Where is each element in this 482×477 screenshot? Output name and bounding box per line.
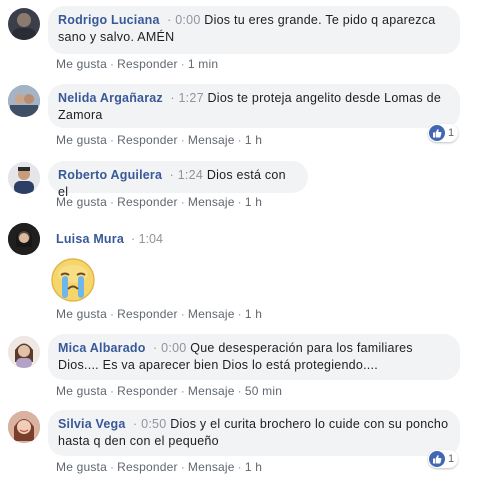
like-link[interactable]: Me gusta [56,57,107,71]
reaction-count[interactable]: 1 [428,450,459,468]
comment-time[interactable]: 1:24 [178,168,203,182]
comment-bubble: Rodrigo Luciana · 0:00 Dios tu eres gran… [48,6,460,54]
message-link[interactable]: Mensaje [188,384,235,398]
comment-time[interactable]: 1:27 [178,91,203,105]
comment-time[interactable]: 1:04 [139,232,163,246]
separator: · [180,195,185,209]
separator: · [237,384,242,398]
comment-timestamp[interactable]: 1 h [245,307,262,321]
comment-time-prefix: · [166,91,179,105]
separator: · [180,460,185,474]
comment-header: Luisa Mura · 1:04 [56,231,163,248]
comment-text-line: Dios te proteja angelito desde Lomas de [207,91,442,105]
message-link[interactable]: Mensaje [188,133,235,147]
comment-author[interactable]: Roberto Aguilera [58,168,162,182]
separator: · [180,57,185,71]
reply-link[interactable]: Responder [117,57,178,71]
avatar[interactable] [8,8,40,40]
separator: · [180,133,185,147]
comment-author[interactable]: Luisa Mura [56,232,124,246]
reply-link[interactable]: Responder [117,195,178,209]
avatar[interactable] [8,336,40,368]
comment-text-line: Dios.... Es va aparecer bien Dios lo est… [58,358,378,372]
message-link[interactable]: Mensaje [188,460,235,474]
like-icon [429,125,445,141]
comment-text-line: Dios y el curita brochero lo cuide con s… [170,417,449,431]
comment-actions: Me gusta · Responder · Mensaje · 50 min [56,384,282,398]
comment-time[interactable]: 0:50 [141,417,166,431]
reply-link[interactable]: Responder [117,460,178,474]
comment-text-line: sano y salvo. AMÉN [58,30,175,44]
separator: · [180,307,185,321]
avatar[interactable] [8,411,40,443]
comment-bubble: Mica Albarado · 0:00 Que desesperación p… [48,334,460,380]
reply-link[interactable]: Responder [117,133,178,147]
separator: · [180,384,185,398]
separator: · [237,195,242,209]
comment-actions: Me gusta · Responder · Mensaje · 1 h [56,307,262,321]
crying-face-sticker[interactable] [49,256,97,304]
comment-text-line: Zamora [58,108,103,122]
like-link[interactable]: Me gusta [56,307,107,321]
message-link[interactable]: Mensaje [188,307,235,321]
like-link[interactable]: Me gusta [56,460,107,474]
separator: · [237,307,242,321]
reply-link[interactable]: Responder [117,307,178,321]
comment-actions: Me gusta · Responder · 1 min [56,57,218,71]
comment-text-line: Que desesperación para los familiares [190,341,413,355]
avatar[interactable] [8,162,40,194]
comment-time[interactable]: 0:00 [175,13,200,27]
like-link[interactable]: Me gusta [56,195,107,209]
comment-bubble: Silvia Vega · 0:50 Dios y el curita broc… [48,410,460,456]
avatar[interactable] [8,223,40,255]
comment-text-line: hasta q den con el pequeño [58,434,219,448]
comment-time-prefix: · [129,417,142,431]
comment-author[interactable]: Nelida Argañaraz [58,91,163,105]
comment-time-prefix: · [149,341,162,355]
reaction-count[interactable]: 1 [428,124,459,142]
separator: · [109,384,115,398]
comment-timestamp[interactable]: 1 min [188,57,218,71]
separator: · [109,133,115,147]
reply-link[interactable]: Responder [117,384,178,398]
separator: · [237,133,242,147]
separator: · [237,460,242,474]
like-icon [429,451,445,467]
separator: · [109,195,115,209]
separator: · [109,57,115,71]
comment-bubble: Roberto Aguilera · 1:24 Dios está con el [48,161,308,199]
comment-author[interactable]: Rodrigo Luciana [58,13,160,27]
comment-actions: Me gusta · Responder · Mensaje · 1 h [56,133,262,147]
comment-author[interactable]: Silvia Vega [58,417,126,431]
comment-timestamp[interactable]: 50 min [245,384,282,398]
comment-timestamp[interactable]: 1 h [245,133,262,147]
like-link[interactable]: Me gusta [56,384,107,398]
comment-time-prefix: · [127,232,139,246]
avatar[interactable] [8,85,40,117]
comment-time[interactable]: 0:00 [161,341,186,355]
comment-time-prefix: · [165,168,178,182]
comment-timestamp[interactable]: 1 h [245,195,262,209]
comment-bubble: Nelida Argañaraz · 1:27 Dios te proteja … [48,84,460,128]
comment-timestamp[interactable]: 1 h [245,460,262,474]
reaction-number: 1 [448,127,455,139]
separator: · [109,307,115,321]
comment-actions: Me gusta · Responder · Mensaje · 1 h [56,195,262,209]
reaction-number: 1 [448,453,455,465]
comment-author[interactable]: Mica Albarado [58,341,146,355]
separator: · [109,460,115,474]
message-link[interactable]: Mensaje [188,195,235,209]
comment-text-line: Dios tu eres grande. Te pido q aparezca [204,13,436,27]
comment-time-prefix: · [163,13,176,27]
comment-actions: Me gusta · Responder · Mensaje · 1 h [56,460,262,474]
like-link[interactable]: Me gusta [56,133,107,147]
